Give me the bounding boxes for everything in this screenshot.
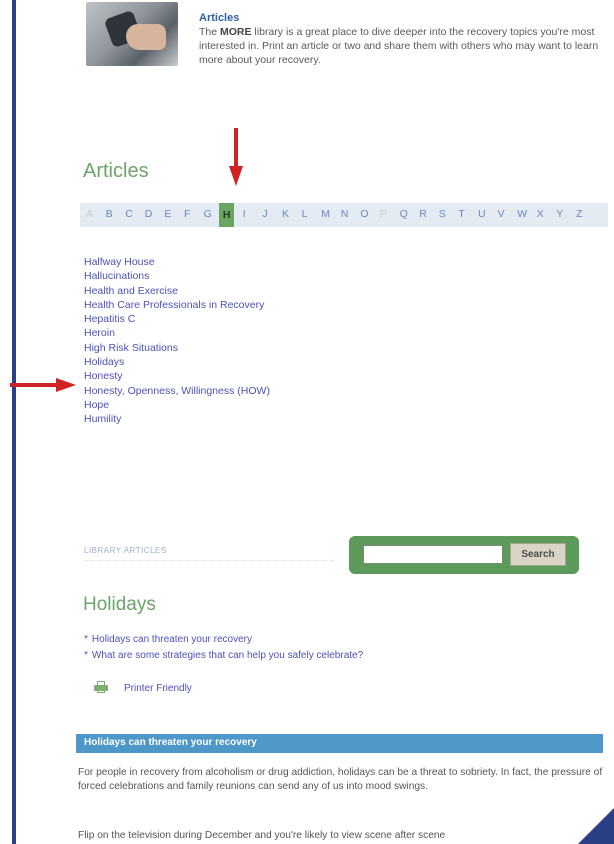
alphabet-letter-f[interactable]: F xyxy=(184,208,190,220)
alphabet-letter-h[interactable]: H xyxy=(219,203,235,227)
article-link[interactable]: High Risk Situations xyxy=(84,341,270,355)
alphabet-letter-d[interactable]: D xyxy=(145,208,153,220)
alphabet-letter-v[interactable]: V xyxy=(498,208,505,220)
article-link[interactable]: Hallucinations xyxy=(84,269,270,283)
thumbnail-hand xyxy=(126,24,166,50)
alphabet-letter-t[interactable]: T xyxy=(458,208,464,220)
intro-text-before: The xyxy=(199,26,221,38)
article-link[interactable]: Honesty xyxy=(84,369,270,383)
corner-decoration xyxy=(578,808,614,844)
article-link[interactable]: Heroin xyxy=(84,326,270,340)
search-panel: Search xyxy=(349,536,579,574)
articles-thumbnail-image xyxy=(86,2,178,66)
breadcrumb[interactable]: LIBRARY ARTICLES xyxy=(84,546,334,561)
left-border-rule xyxy=(12,0,16,844)
article-list: Halfway House Hallucinations Health and Ex… xyxy=(84,255,270,427)
alphabet-letter-z[interactable]: Z xyxy=(576,208,582,220)
article-link[interactable]: Honesty, Openness, Willingness (HOW) xyxy=(84,384,270,398)
bullet-icon: * xyxy=(84,650,88,661)
alphabet-letter-m[interactable]: M xyxy=(321,208,330,220)
intro-text-bold: MORE xyxy=(220,26,252,38)
alphabet-letter-p[interactable]: P xyxy=(380,208,387,220)
alphabet-letter-j[interactable]: J xyxy=(262,208,267,220)
toc-item[interactable]: * What are some strategies that can help … xyxy=(84,648,363,664)
search-input[interactable] xyxy=(363,545,503,564)
article-link[interactable]: Health Care Professionals in Recovery xyxy=(84,298,270,312)
table-of-contents: * Holidays can threaten your recovery * Wha… xyxy=(84,632,363,664)
article-link[interactable]: Health and Exercise xyxy=(84,284,270,298)
alphabet-letter-r[interactable]: R xyxy=(419,208,427,220)
body-paragraph: For people in recovery from alcoholism o… xyxy=(78,767,603,792)
alphabet-letter-x[interactable]: X xyxy=(537,208,544,220)
alphabet-letter-i[interactable]: I xyxy=(243,208,246,220)
alphabet-letter-b[interactable]: B xyxy=(106,208,113,220)
alphabet-letter-q[interactable]: Q xyxy=(400,208,408,220)
alphabet-letter-g[interactable]: G xyxy=(204,208,212,220)
intro-description: The MORE library is a great place to div… xyxy=(199,25,609,67)
toc-item-label[interactable]: Holidays can threaten your recovery xyxy=(92,634,252,645)
toc-item[interactable]: * Holidays can threaten your recovery xyxy=(84,632,363,648)
toc-item-label[interactable]: What are some strategies that can help y… xyxy=(92,650,363,661)
alphabet-letter-e[interactable]: E xyxy=(164,208,171,220)
section-header-band: Holidays can threaten your recovery xyxy=(76,734,603,753)
alphabet-index-bar: A BCDE F GHI J K L MNOP QRST UVWXY Z xyxy=(80,203,608,227)
alphabet-letter-y[interactable]: Y xyxy=(556,208,563,220)
section-title: Articles xyxy=(83,160,149,182)
article-link[interactable]: Humility xyxy=(84,412,270,426)
alphabet-letter-w[interactable]: W xyxy=(517,208,527,220)
alphabet-letter-o[interactable]: O xyxy=(360,208,368,220)
bullet-icon: * xyxy=(84,634,88,645)
alphabet-letter-n[interactable]: N xyxy=(341,208,349,220)
red-arrow-down-icon xyxy=(229,128,243,186)
alphabet-letter-s[interactable]: S xyxy=(439,208,446,220)
alphabet-letter-a[interactable]: A xyxy=(86,208,93,220)
article-link[interactable]: Halfway House xyxy=(84,255,270,269)
body-paragraph-2: Flip on the television during December a… xyxy=(78,830,446,841)
intro-title-link[interactable]: Articles xyxy=(199,12,239,24)
alphabet-letter-c[interactable]: C xyxy=(125,208,133,220)
search-button[interactable]: Search xyxy=(510,543,566,566)
red-arrow-right-icon xyxy=(10,378,78,392)
printer-icon[interactable] xyxy=(94,681,108,693)
alphabet-letter-k[interactable]: K xyxy=(282,208,289,220)
section-header-title: Holidays can threaten your recovery xyxy=(84,737,257,748)
printer-friendly-link[interactable]: Printer Friendly xyxy=(124,683,192,694)
intro-text-after: library is a great place to dive deeper … xyxy=(199,26,599,66)
article-link[interactable]: Holidays xyxy=(84,355,270,369)
article-link[interactable]: Hope xyxy=(84,398,270,412)
alphabet-letter-l[interactable]: L xyxy=(302,208,308,220)
article-link[interactable]: Hepatitis C xyxy=(84,312,270,326)
alphabet-letter-u[interactable]: U xyxy=(478,208,486,220)
page-title: Holidays xyxy=(83,594,156,615)
